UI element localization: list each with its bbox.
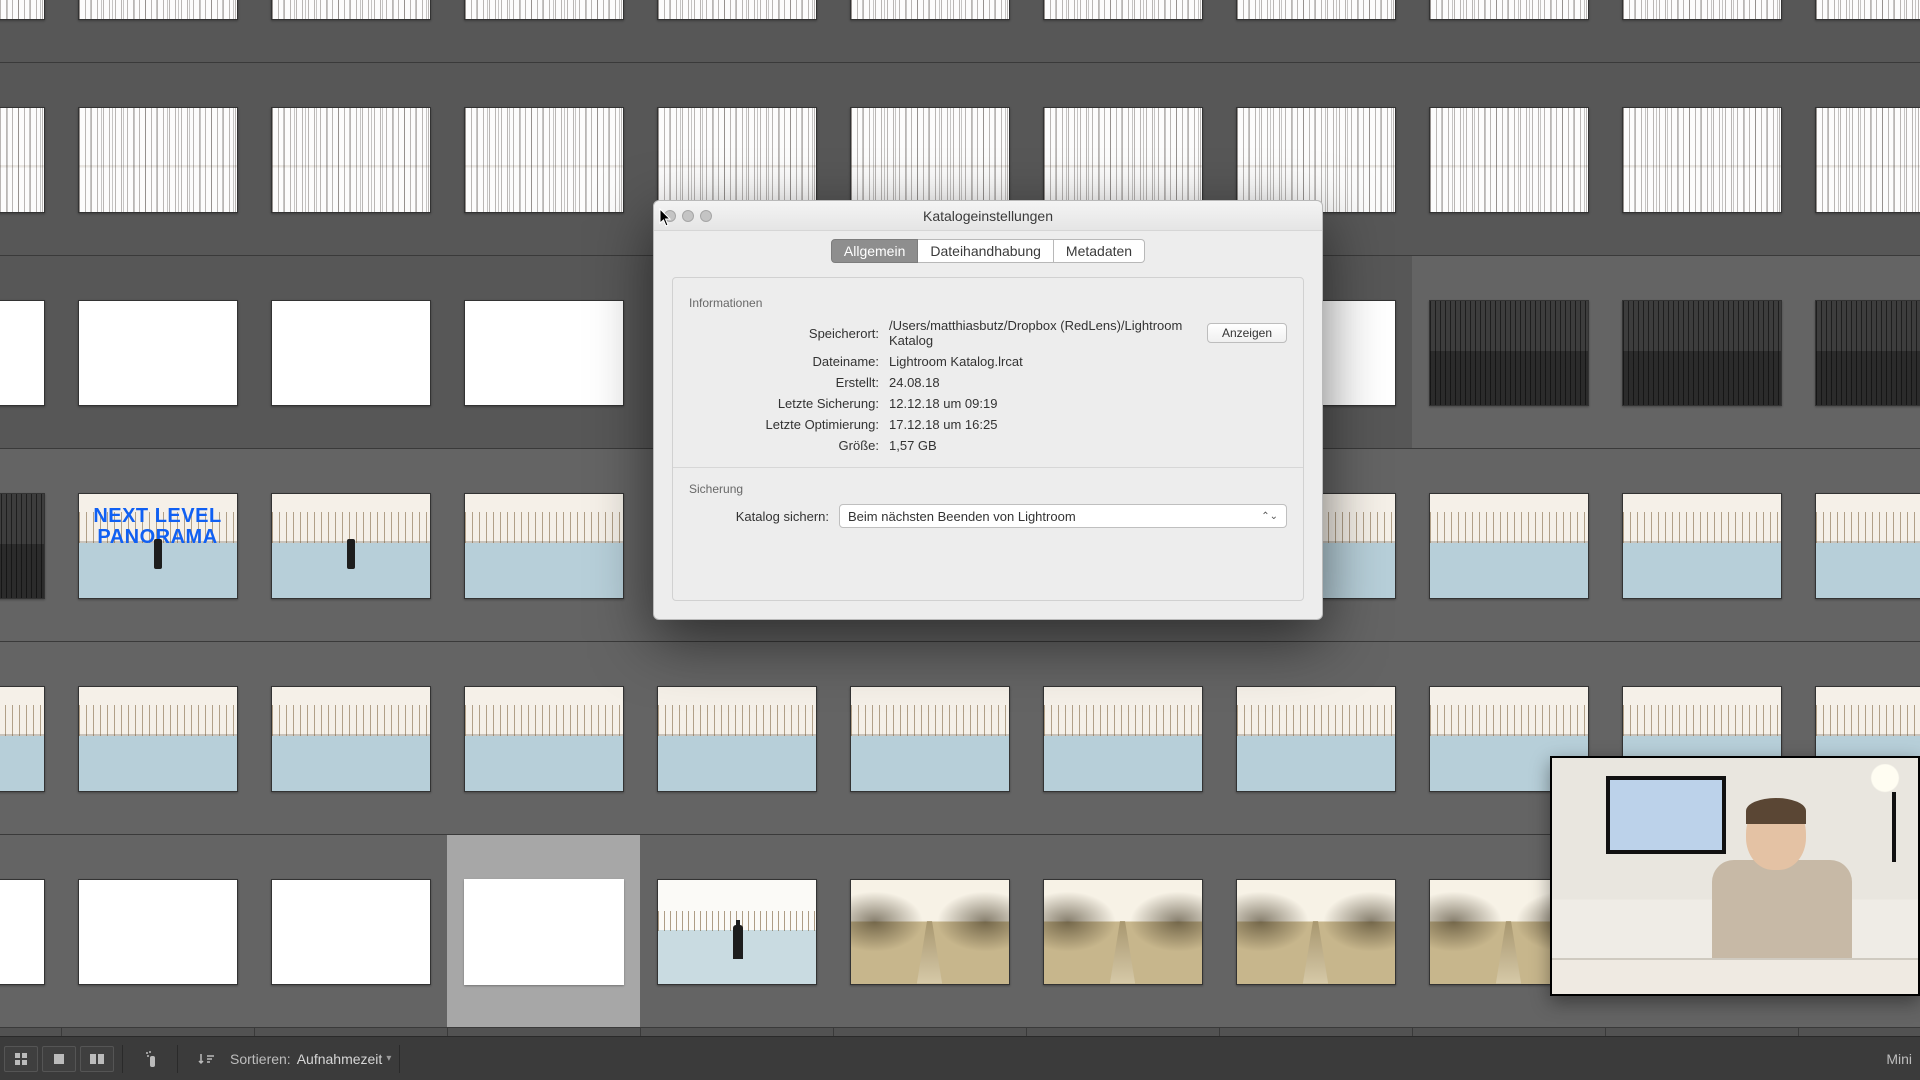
created-label: Erstellt: bbox=[689, 375, 889, 390]
sort-value[interactable]: Aufnahmezeit bbox=[297, 1051, 383, 1067]
thumbnail-selected[interactable] bbox=[447, 835, 640, 1028]
dialog-titlebar[interactable]: Katalogeinstellungen bbox=[654, 201, 1322, 231]
pano-line1: NEXT LEVEL bbox=[93, 505, 221, 527]
dialog-tabs: Allgemein Dateihandhabung Metadaten bbox=[654, 239, 1322, 263]
dialog-title: Katalogeinstellungen bbox=[654, 208, 1322, 224]
section-backup: Sicherung bbox=[689, 482, 1287, 496]
tab-metadata[interactable]: Metadaten bbox=[1054, 239, 1145, 263]
created-value: 24.08.18 bbox=[889, 375, 1287, 390]
bottom-toolbar: Sortieren: Aufnahmezeit ▾ Mini bbox=[0, 1036, 1920, 1080]
lastbackup-label: Letzte Sicherung: bbox=[689, 396, 889, 411]
chevron-down-icon: ▾ bbox=[386, 1053, 391, 1064]
backup-label: Katalog sichern: bbox=[689, 509, 839, 524]
location-value: /Users/matthiasbutz/Dropbox (RedLens)/Li… bbox=[889, 318, 1207, 348]
sort-label: Sortieren: bbox=[230, 1051, 291, 1067]
spray-tool-button[interactable] bbox=[135, 1046, 169, 1072]
size-label: Größe: bbox=[689, 438, 889, 453]
lastopt-value: 17.12.18 um 16:25 bbox=[889, 417, 1287, 432]
filename-label: Dateiname: bbox=[689, 354, 889, 369]
location-label: Speicherort: bbox=[689, 326, 889, 341]
view-loupe-button[interactable] bbox=[42, 1046, 76, 1072]
backup-schedule-value: Beim nächsten Beenden von Lightroom bbox=[848, 509, 1076, 524]
view-compare-button[interactable] bbox=[80, 1046, 114, 1072]
backup-schedule-select[interactable]: Beim nächsten Beenden von Lightroom ⌃⌄ bbox=[839, 504, 1287, 528]
sort-direction-button[interactable] bbox=[190, 1046, 224, 1072]
size-value: 1,57 GB bbox=[889, 438, 1287, 453]
thumbnail-size-label: Mini bbox=[1886, 1051, 1912, 1067]
lastbackup-value: 12.12.18 um 09:19 bbox=[889, 396, 1287, 411]
view-grid-button[interactable] bbox=[4, 1046, 38, 1072]
chevron-updown-icon: ⌃⌄ bbox=[1261, 511, 1278, 522]
tab-filehandling[interactable]: Dateihandhabung bbox=[918, 239, 1054, 263]
filename-value: Lightroom Katalog.lrcat bbox=[889, 354, 1287, 369]
lastopt-label: Letzte Optimierung: bbox=[689, 417, 889, 432]
tab-general[interactable]: Allgemein bbox=[831, 239, 918, 263]
section-information: Informationen bbox=[689, 296, 1287, 310]
thumbnail-panorama[interactable]: NEXT LEVEL PANORAMA bbox=[61, 449, 254, 642]
catalog-settings-dialog: Katalogeinstellungen Allgemein Dateihand… bbox=[653, 200, 1323, 620]
show-button[interactable]: Anzeigen bbox=[1207, 323, 1287, 343]
webcam-overlay bbox=[1550, 756, 1920, 996]
pano-line2: PANORAMA bbox=[97, 526, 217, 548]
